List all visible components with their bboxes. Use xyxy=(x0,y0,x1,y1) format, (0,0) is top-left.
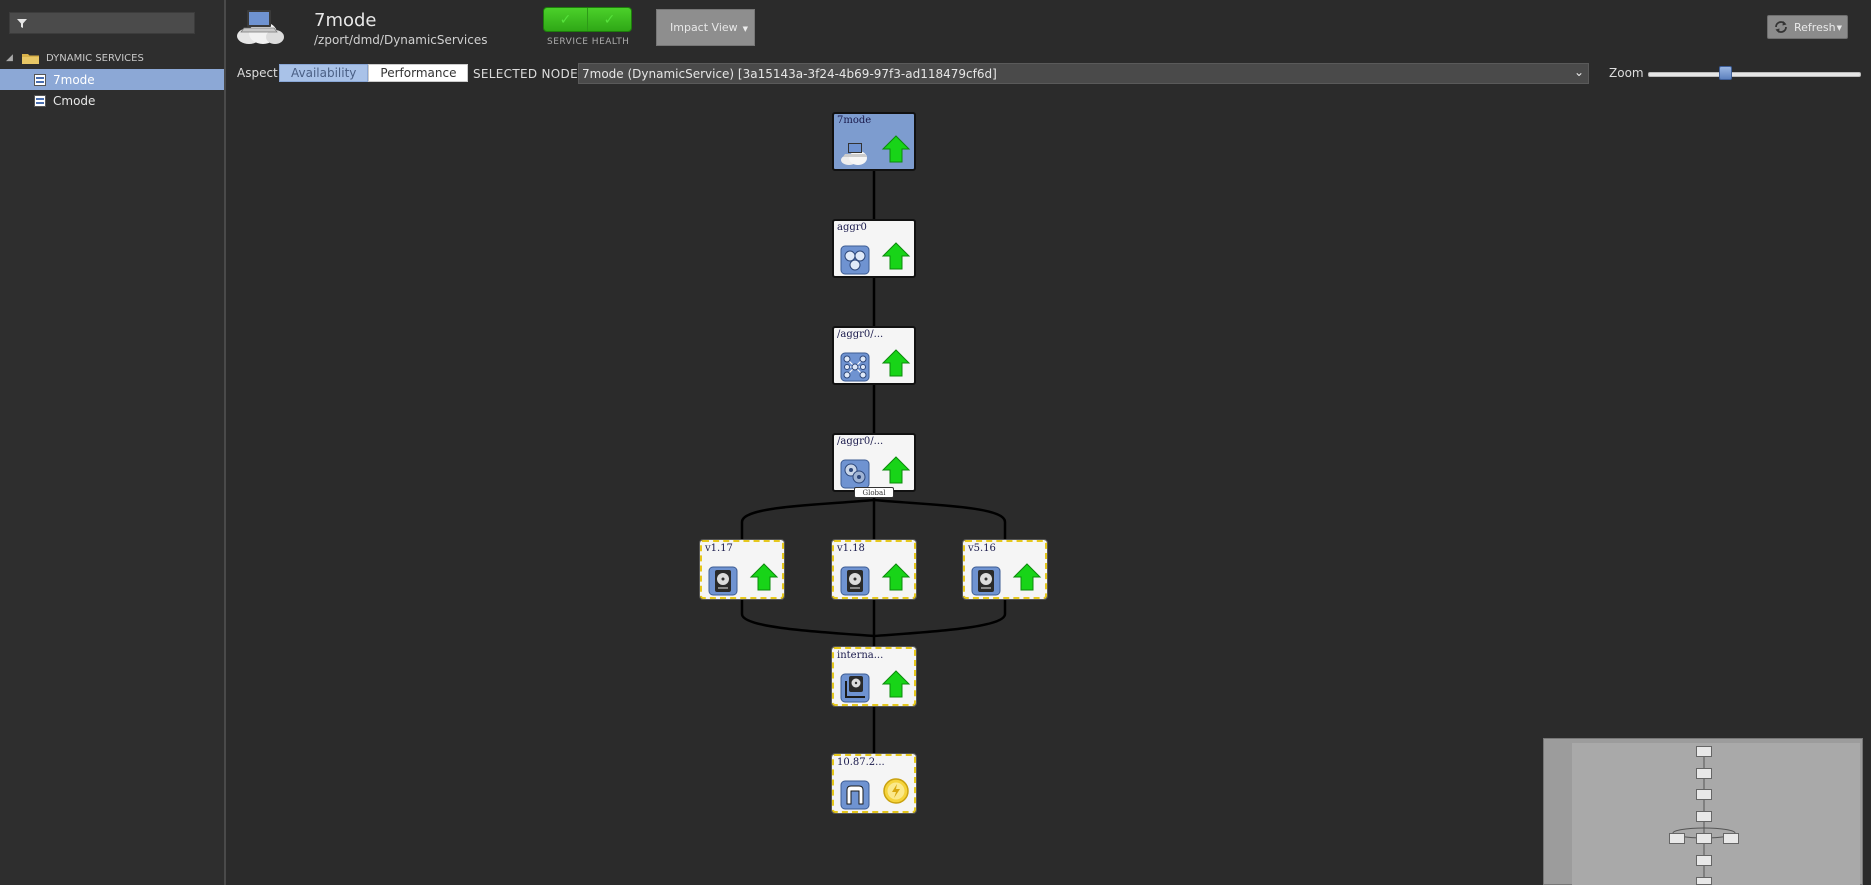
impact-app: ◢ DYNAMIC SERVICES 7mode Cmode 7mode /zp… xyxy=(0,0,1871,885)
node-label: /aggr0/... xyxy=(837,329,884,340)
up-arrow-icon xyxy=(881,242,911,270)
minimap-node xyxy=(1696,855,1712,866)
minimap-node xyxy=(1696,877,1712,885)
up-arrow-icon xyxy=(881,349,911,377)
graph-overview-minimap[interactable] xyxy=(1543,738,1863,885)
graph-node-ip[interactable]: 10.87.2... xyxy=(831,753,917,814)
up-arrow-icon xyxy=(881,670,911,698)
node-label: /aggr0/... xyxy=(837,436,884,447)
graph-node-7mode[interactable]: 7mode xyxy=(832,112,916,171)
aggregate-icon xyxy=(840,245,870,275)
minimap-node xyxy=(1696,833,1712,844)
graph-node-aggr0-plex[interactable]: /aggr0/... xyxy=(832,326,916,385)
graph-node-v5-16[interactable]: v5.16 xyxy=(962,539,1048,600)
minimap-node xyxy=(1696,768,1712,779)
node-label: v1.18 xyxy=(837,543,865,554)
graph-node-v1-17[interactable]: v1.17 xyxy=(699,539,785,600)
disk-icon xyxy=(971,566,1001,596)
graph-node-aggr0-rg[interactable]: /aggr0/... xyxy=(832,433,916,492)
network-device-icon xyxy=(840,780,870,810)
node-label: v5.16 xyxy=(968,543,996,554)
storage-controller-icon xyxy=(840,673,870,703)
minimap-node xyxy=(1696,789,1712,800)
global-tag: Global xyxy=(854,487,894,498)
unknown-state-icon xyxy=(883,778,909,804)
minimap-node xyxy=(1723,833,1739,844)
node-label: interna... xyxy=(837,650,884,661)
up-arrow-icon xyxy=(881,563,911,591)
node-label: v1.17 xyxy=(705,543,733,554)
up-arrow-icon xyxy=(749,563,779,591)
cluster-icon xyxy=(840,459,870,489)
minimap-node xyxy=(1696,746,1712,757)
graph-node-v1-18[interactable]: v1.18 xyxy=(831,539,917,600)
disk-icon xyxy=(840,566,870,596)
node-label: 7mode xyxy=(837,115,872,126)
disk-icon xyxy=(708,566,738,596)
minimap-node xyxy=(1696,811,1712,822)
node-label: 10.87.2... xyxy=(837,757,885,768)
node-label: aggr0 xyxy=(837,222,867,233)
graph-node-internal[interactable]: interna... xyxy=(831,646,917,707)
up-arrow-icon xyxy=(881,135,911,163)
cloud-computer-icon xyxy=(841,143,867,165)
minimap-node xyxy=(1669,833,1685,844)
up-arrow-icon xyxy=(881,456,911,484)
network-nodes-icon xyxy=(840,352,870,382)
up-arrow-icon xyxy=(1012,563,1042,591)
graph-node-aggr0[interactable]: aggr0 xyxy=(832,219,916,278)
